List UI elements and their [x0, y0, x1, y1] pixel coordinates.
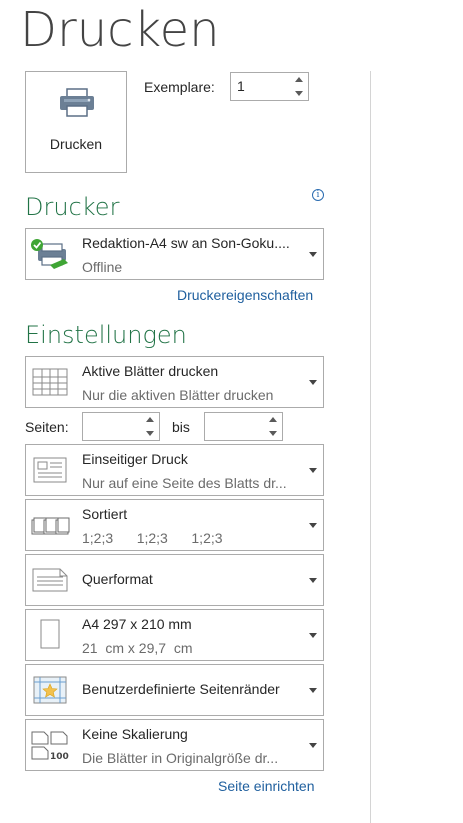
spin-down-icon[interactable] [264, 427, 282, 441]
page-title: Drucken [20, 2, 220, 58]
collation-title: Sortiert [82, 506, 128, 522]
spin-up-icon[interactable] [141, 413, 159, 427]
settings-heading: Einstellungen [25, 321, 187, 349]
spin-up-icon[interactable] [290, 73, 308, 87]
paper-size-title: A4 297 x 210 mm [82, 616, 192, 632]
no-scaling-icon: 100 [31, 731, 69, 762]
print-what-title: Aktive Blätter drucken [82, 363, 219, 379]
pages-label: Seiten: [25, 419, 69, 435]
chevron-down-icon [309, 523, 317, 528]
panel-divider [370, 71, 371, 823]
print-what-select[interactable]: Aktive Blätter drucken Nur die aktiven B… [25, 356, 324, 408]
copies-label: Exemplare: [144, 79, 215, 95]
paper-size-icon [40, 619, 60, 649]
collation-subtitle: 1;2;3 1;2;3 1;2;3 [82, 530, 223, 546]
spin-up-icon[interactable] [264, 413, 282, 427]
printer-icon [60, 88, 94, 117]
spin-down-icon[interactable] [141, 427, 159, 441]
chevron-down-icon [309, 380, 317, 385]
page-setup-link[interactable]: Seite einrichten [218, 778, 315, 794]
printer-select[interactable]: Redaktion-A4 sw an Son-Goku.... Offline [25, 228, 324, 280]
pages-from-spinner[interactable] [82, 412, 160, 441]
margins-title: Benutzerdefinierte Seitenränder [82, 681, 280, 697]
chevron-down-icon [309, 468, 317, 473]
printer-name: Redaktion-A4 sw an Son-Goku.... [82, 235, 290, 251]
printer-status: Offline [82, 259, 123, 275]
scaling-title: Keine Skalierung [82, 726, 188, 742]
chevron-down-icon [309, 743, 317, 748]
sides-title: Einseitiger Druck [82, 451, 188, 467]
collation-select[interactable]: Sortiert 1;2;3 1;2;3 1;2;3 [25, 499, 324, 551]
sheet-grid-icon [32, 368, 68, 396]
printer-ready-icon [31, 239, 68, 269]
info-icon[interactable]: i [312, 189, 324, 201]
paper-size-subtitle: 21 cm x 29,7 cm [82, 640, 193, 656]
paper-size-select[interactable]: A4 297 x 210 mm 21 cm x 29,7 cm [25, 609, 324, 661]
orientation-title: Querformat [82, 571, 153, 587]
scaling-select[interactable]: 100 Keine Skalierung Die Blätter in Orig… [25, 719, 324, 771]
printer-properties-link[interactable]: Druckereigenschaften [177, 287, 313, 303]
chevron-down-icon [309, 688, 317, 693]
copies-value[interactable]: 1 [237, 78, 245, 94]
svg-text:100: 100 [50, 752, 69, 762]
pages-to-spinner[interactable] [204, 412, 283, 441]
single-sided-icon [33, 457, 67, 483]
printer-heading: Drucker [25, 193, 120, 221]
chevron-down-icon [309, 252, 317, 257]
pages-to-label: bis [172, 419, 190, 435]
print-button[interactable]: Drucken [25, 71, 127, 173]
copies-spinner[interactable]: 1 [230, 72, 309, 101]
chevron-down-icon [309, 633, 317, 638]
orientation-select[interactable]: Querformat [25, 554, 324, 606]
sides-select[interactable]: Einseitiger Druck Nur auf eine Seite des… [25, 444, 324, 496]
landscape-icon [32, 568, 68, 592]
margins-icon [33, 676, 67, 704]
spin-down-icon[interactable] [290, 87, 308, 101]
collated-icon [31, 517, 70, 535]
print-button-label: Drucken [49, 136, 103, 152]
scaling-subtitle: Die Blätter in Originalgröße dr... [82, 750, 279, 766]
chevron-down-icon [309, 578, 317, 583]
sides-subtitle: Nur auf eine Seite des Blatts dr... [82, 475, 287, 491]
print-what-subtitle: Nur die aktiven Blätter drucken [82, 387, 274, 403]
margins-select[interactable]: Benutzerdefinierte Seitenränder [25, 664, 324, 716]
